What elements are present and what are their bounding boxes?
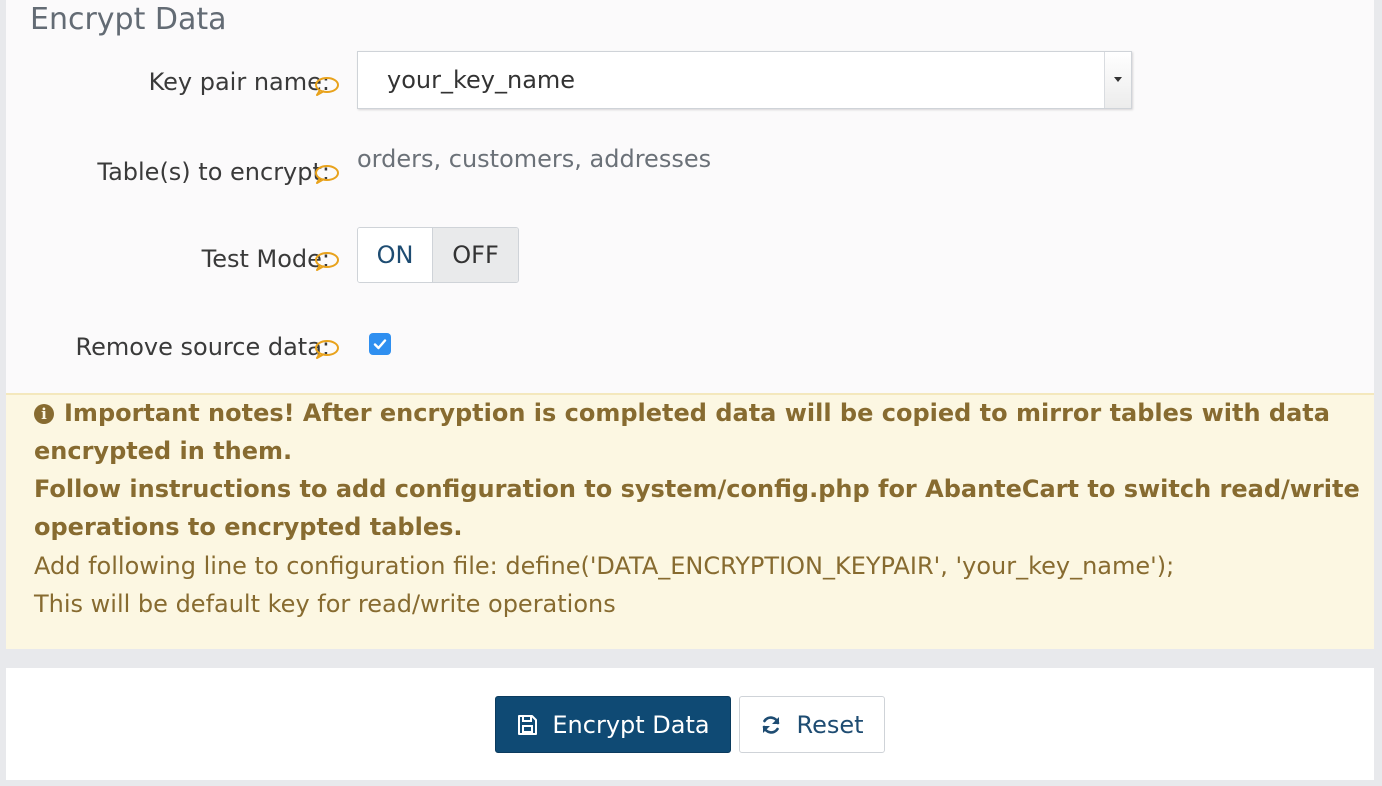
remove-source-label: Remove source data:	[75, 333, 331, 361]
key-pair-label: Key pair name:	[148, 68, 330, 96]
comment-icon[interactable]	[314, 76, 340, 96]
reset-button[interactable]: Reset	[739, 696, 885, 753]
save-icon	[518, 714, 538, 735]
test-mode-toggle[interactable]: ON OFF	[357, 227, 519, 283]
notes-line-6: This will be default key for read/write …	[34, 590, 616, 618]
form-actions: Encrypt Data Reset	[6, 668, 1374, 780]
test-mode-off-button[interactable]: OFF	[432, 228, 518, 282]
remove-source-checkbox[interactable]	[369, 333, 391, 355]
refresh-icon	[763, 715, 780, 734]
comment-icon[interactable]	[314, 251, 340, 271]
notes-line-5: Add following line to configuration file…	[34, 552, 1175, 580]
tables-label: Table(s) to encrypt:	[97, 158, 330, 186]
key-pair-value: your_key_name	[387, 66, 576, 94]
tables-value: orders, customers, addresses	[357, 145, 712, 173]
notes-line-3: Follow instructions to add configuration…	[34, 475, 1360, 503]
test-mode-label: Test Mode:	[201, 245, 330, 273]
check-icon	[373, 339, 387, 350]
notes-line-1-text: Important notes! After encryption is com…	[64, 399, 1330, 427]
section-title: Encrypt Data	[30, 2, 227, 37]
test-mode-on-button[interactable]: ON	[358, 228, 432, 282]
encrypt-data-button[interactable]: Encrypt Data	[495, 696, 731, 753]
encrypt-data-panel: Encrypt Data Key pair name: your_key_nam…	[6, 0, 1374, 393]
chevron-down-icon	[1114, 77, 1122, 82]
select-arrow-button[interactable]	[1104, 52, 1131, 108]
notes-line-2: encrypted in them.	[34, 437, 293, 465]
encrypt-data-label: Encrypt Data	[552, 710, 710, 739]
reset-label: Reset	[796, 710, 864, 739]
key-pair-select[interactable]: your_key_name	[357, 51, 1132, 109]
important-notes-alert: i Important notes! After encryption is co…	[6, 393, 1374, 649]
comment-icon[interactable]	[314, 339, 340, 359]
notes-line-1: i Important notes! After encryption is co…	[34, 399, 1330, 427]
comment-icon[interactable]	[314, 164, 340, 184]
notes-line-4: operations to encrypted tables.	[34, 513, 463, 541]
info-circle-icon: i	[34, 404, 54, 424]
